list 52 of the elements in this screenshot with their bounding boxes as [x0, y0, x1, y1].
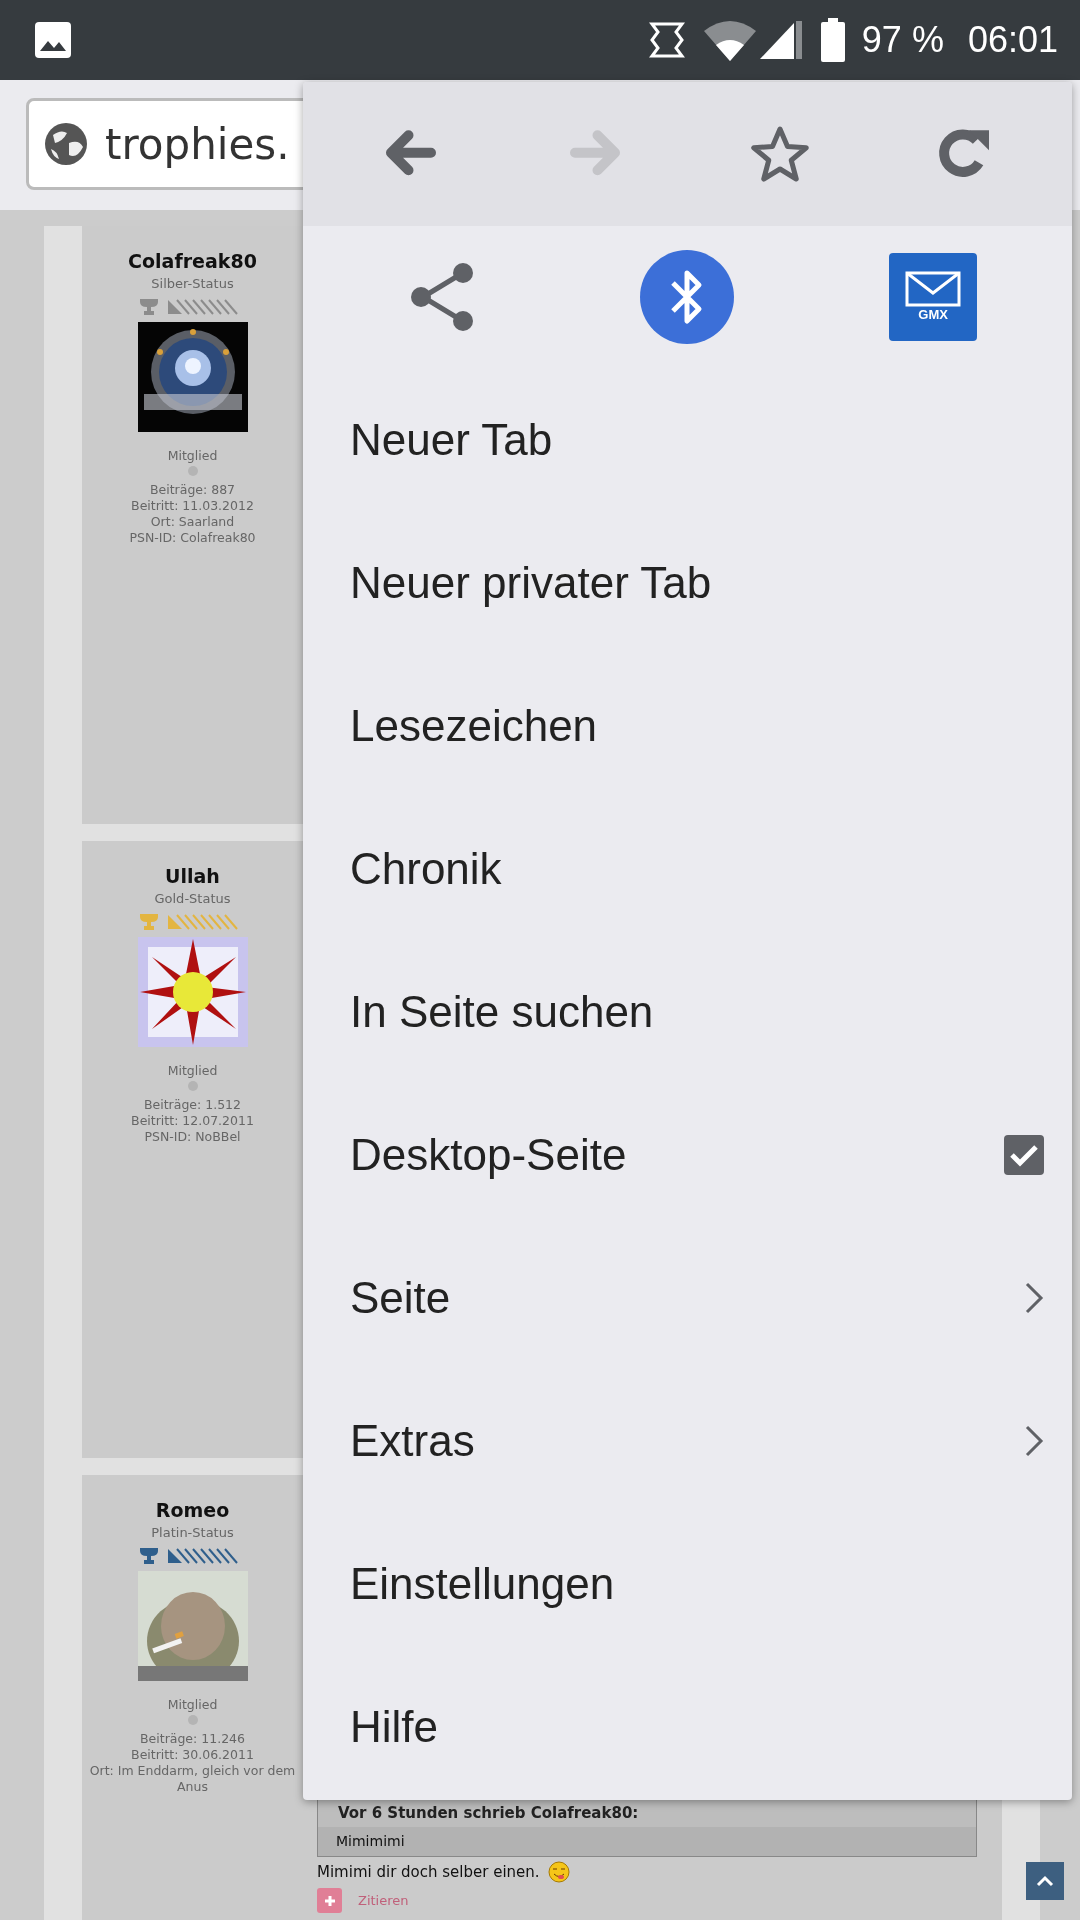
menu-item[interactable]: Desktop-Seite: [303, 1083, 1072, 1226]
check-icon: [1009, 1142, 1039, 1167]
caret-up-icon: [1036, 1875, 1054, 1887]
role-label: Mitglied: [166, 448, 219, 464]
username[interactable]: Romeo: [82, 1497, 303, 1523]
smiley-icon: [547, 1860, 570, 1883]
gallery-icon: [34, 21, 72, 59]
quote-text: Mimimimi: [335, 1831, 406, 1851]
chevron-right-icon: [1024, 1280, 1044, 1315]
username[interactable]: Ullah: [82, 863, 303, 889]
battery-percentage: 97 %: [861, 18, 944, 62]
nfc-icon: [647, 20, 686, 60]
profile-stat: Ort: Saarland: [149, 514, 236, 530]
profile-stat: PSN-ID: NoBBel: [143, 1129, 242, 1145]
profile-stat: Beitritt: 12.07.2011: [130, 1113, 255, 1129]
profile-stat: Beitritt: 30.06.2011: [130, 1747, 255, 1763]
battery-icon: [819, 18, 846, 62]
clock: 06:01: [967, 18, 1058, 62]
reply-text: Mimimi dir doch selber einen.: [317, 1861, 540, 1883]
menu-item[interactable]: Chronik: [303, 797, 1072, 940]
username[interactable]: Colafreak80: [82, 248, 303, 274]
rank-label: Gold-Status: [153, 891, 232, 907]
profile-stat: Ort: Im Enddarm, gleich vor dem Anus: [88, 1763, 297, 1795]
menu-item[interactable]: In Seite suchen: [303, 940, 1072, 1083]
menu-item[interactable]: Einstellungen: [303, 1512, 1072, 1655]
menu-item[interactable]: Extras: [303, 1369, 1072, 1512]
rank-label: Platin-Status: [150, 1525, 235, 1541]
profile-stat: Beitritt: 11.03.2012: [130, 498, 255, 514]
profile-stat: Beiträge: 11.246: [139, 1731, 246, 1747]
quote-header: Vor 6 Stunden schrieb Colafreak80:: [318, 1798, 976, 1827]
menu-item[interactable]: Hilfe: [303, 1655, 1072, 1798]
profile-stat: PSN-ID: Colafreak80: [128, 530, 257, 546]
profile-stat: Beiträge: 887: [148, 482, 237, 498]
plus-icon: [317, 1888, 342, 1913]
menu-item[interactable]: Neuer Tab: [303, 368, 1072, 511]
chevron-right-icon: [1024, 1423, 1044, 1458]
menu-item[interactable]: Seite: [303, 1226, 1072, 1369]
role-label: Mitglied: [166, 1697, 219, 1713]
star-icon: [749, 124, 810, 184]
menu-item[interactable]: Neuer privater Tab: [303, 511, 1072, 654]
cell-signal-icon: [757, 19, 804, 61]
profile-stat: Beiträge: 1.512: [142, 1097, 242, 1113]
menu-item[interactable]: Lesezeichen: [303, 654, 1072, 797]
role-label: Mitglied: [166, 1063, 219, 1079]
mail-app-icon[interactable]: GMX: [889, 253, 978, 341]
globe-icon: [43, 121, 89, 167]
scroll-to-top-button[interactable]: [1026, 1862, 1064, 1900]
checkbox[interactable]: [1004, 1134, 1044, 1175]
rank-label: Silber-Status: [150, 276, 235, 292]
bluetooth-icon[interactable]: [639, 249, 736, 345]
wifi-icon: [701, 19, 758, 61]
url-text: trophies.: [105, 118, 290, 171]
